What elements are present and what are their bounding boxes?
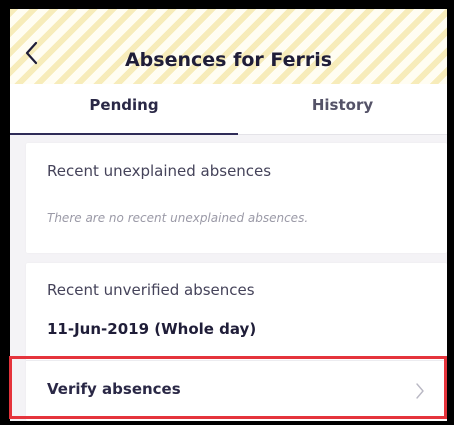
page-title: Absences for Ferris <box>124 49 333 71</box>
unexplained-empty-message: There are no recent unexplained absences… <box>47 211 309 225</box>
verify-absences-label: Verify absences <box>47 380 181 398</box>
unverified-absence-item: 11-Jun-2019 (Whole day) <box>47 320 257 338</box>
tab-history-label: History <box>311 96 374 114</box>
tab-bar: Pending History <box>10 84 447 135</box>
page-header: Absences for Ferris <box>10 9 447 84</box>
tab-active-indicator <box>10 133 238 135</box>
verify-absences-button[interactable]: Verify absences <box>26 361 447 421</box>
tab-pending[interactable]: Pending <box>10 84 238 135</box>
unexplained-absences-card: Recent unexplained absences There are no… <box>26 143 447 253</box>
chevron-right-icon <box>415 382 425 400</box>
unverified-absences-card: Recent unverified absences 11-Jun-2019 (… <box>26 263 447 421</box>
app-screen: Absences for Ferris Pending History Rece… <box>10 9 447 421</box>
tab-history[interactable]: History <box>238 84 447 134</box>
unverified-absences-heading: Recent unverified absences <box>47 281 255 299</box>
tab-pending-label: Pending <box>89 96 159 114</box>
unexplained-absences-heading: Recent unexplained absences <box>47 162 272 180</box>
